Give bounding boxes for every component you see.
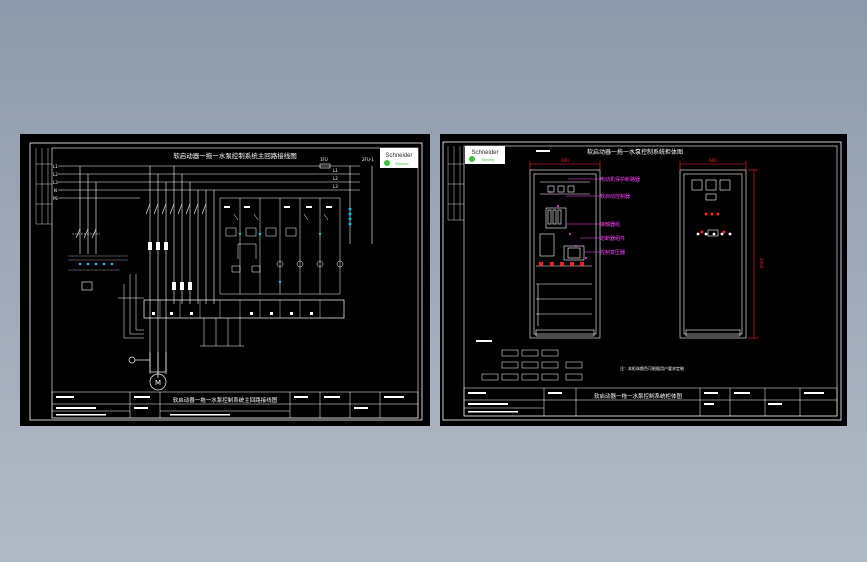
width-dimension-label-2: 600 <box>709 158 717 163</box>
component-label-breaker: 电动机保护断路器 <box>600 176 640 183</box>
sheet-border <box>29 142 423 421</box>
cabinet-front-view <box>679 169 747 339</box>
control-circuit <box>219 197 344 295</box>
component-label-fuse: 熔断器组件 <box>600 235 625 242</box>
ctrl-label-l2: L2 <box>333 176 338 181</box>
svg-text:Electric: Electric <box>481 157 494 162</box>
fuse-label: 1FU <box>320 157 328 162</box>
height-dimension-label: 2000 <box>759 258 764 269</box>
cabinet-interior <box>529 169 601 339</box>
bus-label-n: N <box>54 188 57 193</box>
main-circuit-sheet[interactable]: 软启动器一拖一水泵控制系统主回路接线图 Schneider Electric L… <box>20 134 430 426</box>
motor-label: M <box>155 379 161 387</box>
breaker-dots <box>78 262 114 266</box>
leader-lines <box>566 178 600 253</box>
title-block <box>463 387 838 417</box>
svg-text:Schneider: Schneider <box>385 153 412 159</box>
main-circuit-drawing: 软启动器一拖一水泵控制系统主回路接线图 Schneider Electric L… <box>29 142 423 421</box>
main-breaker <box>72 166 100 291</box>
sheet-border <box>442 141 842 421</box>
svg-text:Electric: Electric <box>395 161 408 166</box>
fuse-label-2: 2FU-1 <box>362 157 374 162</box>
margin-strip <box>35 148 52 225</box>
schneider-logo: Schneider Electric <box>465 146 505 164</box>
bus-label-l2: L2 <box>53 172 58 177</box>
title-block <box>51 391 419 419</box>
title-block-title: 软启动器一拖一水泵控制系统柜体图 <box>594 392 683 400</box>
drawing-number <box>536 150 550 152</box>
component-label-transformer: 控制变压器 <box>600 249 625 256</box>
breaker-notes <box>68 255 128 271</box>
cabinet-note: 注：本柜体颜色可根据用户要求定制 <box>620 365 684 371</box>
power-bus <box>58 165 360 199</box>
margin-strip <box>447 146 464 221</box>
fuse-blocks <box>148 242 192 290</box>
component-list <box>481 349 583 381</box>
soft-starter-terminals <box>159 300 321 318</box>
bus-label-l1: L1 <box>53 164 58 169</box>
height-dimension <box>748 169 758 339</box>
component-label-softstarter: 软启动控制器 <box>600 193 630 200</box>
width-dimension-label: 600 <box>561 158 569 163</box>
inner-frame <box>51 147 419 419</box>
control-terminals <box>539 262 584 266</box>
cabinet-layout-sheet[interactable]: Schneider Electric 软启动器一拖一水泵控制系统柜体图 600 … <box>440 134 847 426</box>
sheet-title: 软启动器一拖一水泵控制系统柜体图 <box>587 148 683 156</box>
list-header <box>476 340 492 342</box>
cabinet-drawing: Schneider Electric 软启动器一拖一水泵控制系统柜体图 600 … <box>442 141 842 421</box>
svg-text:Schneider: Schneider <box>471 150 498 156</box>
indicator-lamps <box>700 212 726 234</box>
terminal-marks <box>152 312 313 315</box>
title-block-title: 软启动器一拖一水泵控制系统主回路接线图 <box>173 396 278 404</box>
ctrl-label-l3: L3 <box>333 184 338 189</box>
sheet-title: 软启动器一拖一水泵控制系统主回路接线图 <box>173 151 297 160</box>
fuse-symbols <box>319 163 373 244</box>
ctrl-label-l1: L1 <box>333 168 338 173</box>
bus-label-l3: L3 <box>53 180 58 185</box>
schneider-logo: Schneider Electric <box>380 148 418 168</box>
bus-label-pe: PE <box>53 196 58 201</box>
component-label-contactor: 接触器组 <box>600 221 620 228</box>
inner-frame <box>463 145 838 417</box>
